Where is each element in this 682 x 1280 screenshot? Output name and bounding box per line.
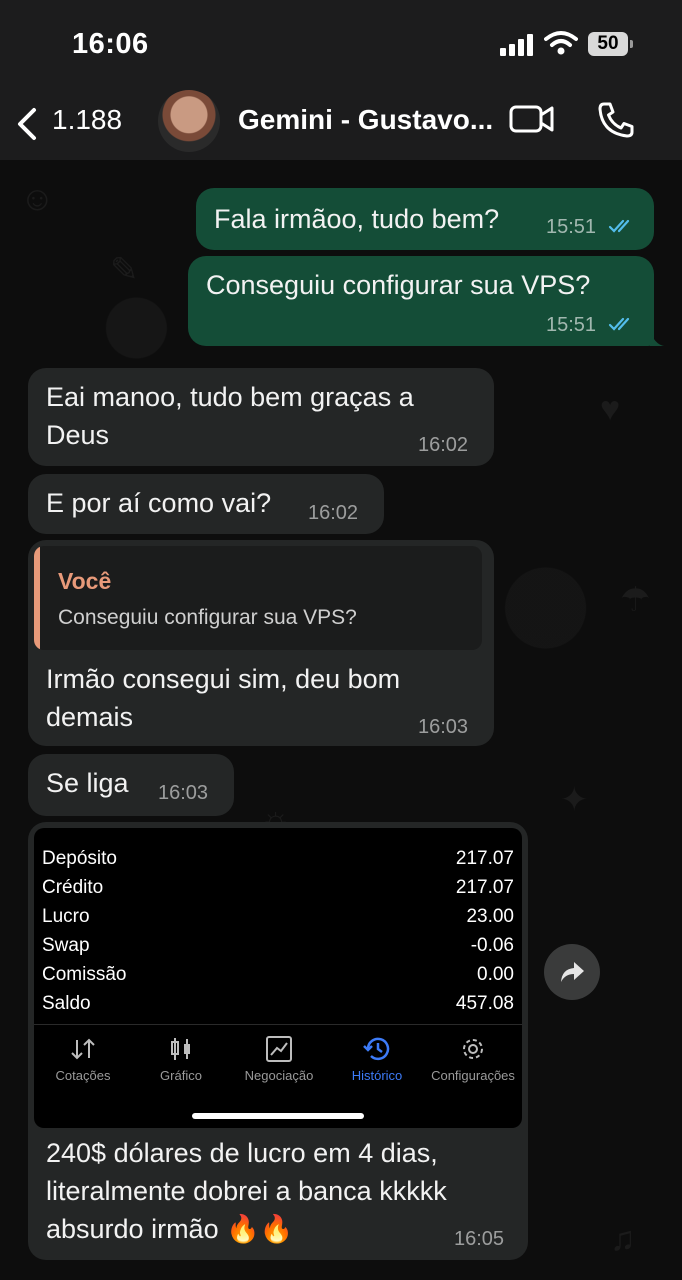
settings-icon — [463, 1039, 483, 1059]
tab-label: Histórico — [351, 1068, 403, 1083]
battery-icon: 50 — [588, 32, 628, 56]
account-row: Depósito 217.07 — [42, 848, 514, 877]
tab-label: Configurações — [431, 1068, 515, 1083]
quoted-text: Conseguiu configurar sua VPS? — [58, 606, 357, 629]
message-bubble-incoming[interactable]: E por aí como vai? 16:02 — [28, 474, 384, 534]
history-icon — [363, 1037, 390, 1061]
message-bubble-outgoing[interactable]: Fala irmãoo, tudo bem? 15:51 — [196, 188, 654, 250]
chart-icon — [171, 1038, 190, 1060]
forward-button[interactable] — [544, 944, 600, 1000]
read-receipt-icon — [608, 317, 630, 331]
message-text: Fala irmãoo, tudo bem? — [214, 204, 500, 234]
account-label: Depósito — [42, 848, 117, 869]
account-label: Swap — [42, 935, 90, 956]
message-text: E por aí como vai? — [46, 488, 272, 518]
message-text: Irmão consegui sim, deu bom demais — [46, 664, 401, 732]
message-bubble-incoming-image[interactable]: Depósito 217.07 Crédito 217.07 Lucro 23.… — [28, 822, 528, 1260]
tab-label: Cotações — [55, 1068, 111, 1083]
trade-icon — [266, 1036, 292, 1062]
account-value: 457.08 — [455, 993, 514, 1014]
message-bubble-outgoing[interactable]: Conseguiu configurar sua VPS? 15:51 — [188, 256, 654, 346]
read-receipt-icon — [608, 219, 630, 233]
account-value: 217.07 — [455, 877, 514, 898]
status-time: 16:06 — [72, 28, 149, 60]
message-bubble-incoming[interactable]: Se liga 16:03 — [28, 754, 234, 816]
account-row: Comissão 0.00 — [42, 964, 514, 993]
quoted-message[interactable]: Você Conseguiu configurar sua VPS? — [34, 546, 482, 650]
account-row: Swap -0.06 — [42, 935, 514, 964]
account-label: Comissão — [42, 964, 127, 985]
account-value: 0.00 — [477, 964, 514, 985]
account-label: Crédito — [42, 877, 104, 898]
message-bubble-incoming[interactable]: Eai manoo, tudo bem graças a Deus 16:02 — [28, 368, 494, 466]
account-label: Lucro — [42, 906, 90, 927]
chat-header: 1.188 Gemini - Gustavo... — [0, 88, 682, 160]
message-text: Se liga — [46, 768, 129, 798]
quotes-icon — [71, 1038, 95, 1060]
message-time: 15:51 — [546, 216, 597, 238]
quote-accent-bar — [34, 546, 40, 650]
message-time: 16:03 — [158, 782, 209, 804]
message-text: Conseguiu configurar sua VPS? — [206, 270, 591, 300]
account-label: Saldo — [42, 993, 91, 1014]
account-row: Lucro 23.00 — [42, 906, 514, 935]
account-value: 23.00 — [466, 906, 514, 927]
message-text: Eai manoo, tudo bem graças a Deus — [46, 382, 414, 450]
divider — [34, 1024, 522, 1025]
message-bubble-incoming-reply[interactable]: Você Conseguiu configurar sua VPS? Irmão… — [28, 540, 494, 746]
tab-label: Negociação — [244, 1068, 314, 1083]
back-unread-count[interactable]: 1.188 — [52, 104, 122, 136]
message-time: 16:03 — [418, 716, 469, 738]
phone-call-icon[interactable] — [596, 100, 636, 140]
tab-chart: Gráfico — [132, 1032, 230, 1092]
tab-settings: Configurações — [424, 1032, 522, 1092]
account-value: -0.06 — [470, 935, 514, 956]
quoted-author: Você — [58, 568, 112, 594]
account-row: Crédito 217.07 — [42, 877, 514, 906]
message-time: 16:05 — [454, 1228, 505, 1250]
battery-tip — [630, 40, 633, 48]
tab-label: Gráfico — [160, 1068, 202, 1083]
message-time: 16:02 — [418, 434, 469, 456]
home-indicator — [192, 1113, 364, 1119]
forward-arrow-icon — [561, 962, 584, 982]
tab-quotes: Cotações — [34, 1032, 132, 1092]
tab-history: Histórico — [328, 1032, 426, 1092]
tab-trade: Negociação — [230, 1032, 328, 1092]
wifi-icon — [544, 31, 578, 55]
contact-name[interactable]: Gemini - Gustavo... — [238, 104, 493, 136]
bubble-tail — [650, 330, 664, 346]
message-time: 15:51 — [546, 314, 597, 336]
account-row: Saldo 457.08 — [42, 993, 514, 1022]
shared-screenshot[interactable]: Depósito 217.07 Crédito 217.07 Lucro 23.… — [34, 828, 522, 1128]
avatar[interactable] — [158, 90, 220, 152]
video-call-icon[interactable] — [508, 102, 556, 136]
message-text: 240$ dólares de lucro em 4 dias, literal… — [46, 1138, 447, 1244]
status-bar: 16:06 50 — [0, 0, 682, 88]
chevron-left-icon[interactable] — [14, 106, 40, 142]
message-time: 16:02 — [308, 502, 359, 524]
account-value: 217.07 — [455, 848, 514, 869]
cellular-signal-icon — [500, 34, 534, 56]
